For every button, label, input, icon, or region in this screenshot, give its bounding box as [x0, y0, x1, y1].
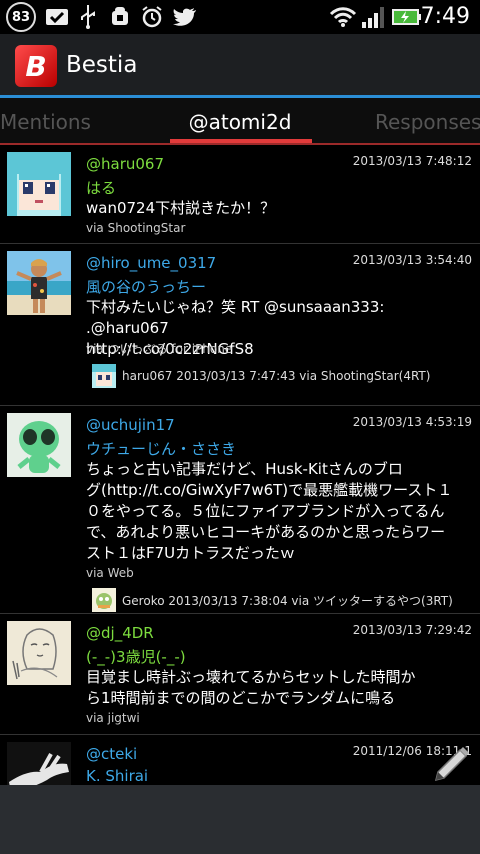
wifi-icon	[328, 5, 358, 29]
tweet-display-name: (-_-)3歳児(-_-)	[86, 648, 186, 666]
tweet-text-line: 下村みたいじゃね？笑 RT @sunsaaan333: .@haru067	[86, 298, 385, 337]
tweet-handle[interactable]: @uchujin17	[86, 416, 175, 434]
battery-charging-icon	[391, 5, 423, 29]
tweet-text: ちょっと古い記事だけど、Husk-Kitさんのブロ グ(http://t.co/…	[86, 459, 471, 564]
tweet-item[interactable]: @cteki 2011/12/06 18:11:1 K. Shirai	[0, 735, 480, 785]
usb-icon	[78, 5, 98, 29]
mail-check-icon	[44, 5, 70, 29]
signal-icon	[360, 5, 388, 29]
tweet-date: 2013/03/13 3:54:40	[352, 253, 472, 267]
tweet-date: 2013/03/13 4:53:19	[352, 415, 472, 429]
tweet-item[interactable]: @hiro_ume_0317 2013/03/13 3:54:40 風の谷のうっ…	[0, 244, 480, 406]
avatar[interactable]	[7, 621, 71, 685]
timeline-list[interactable]: @haru067 2013/03/13 7:48:12 はる wan0724下村…	[0, 145, 480, 785]
status-bar: 83 7:49	[0, 0, 480, 34]
app-logo-letter: B	[25, 49, 47, 83]
tab-strip: Mentions @atomi2d Responses	[0, 98, 480, 144]
twitter-icon	[172, 5, 198, 29]
tweet-item[interactable]: @haru067 2013/03/13 7:48:12 はる wan0724下村…	[0, 145, 480, 244]
tweet-date: 2013/03/13 7:48:12	[352, 154, 472, 168]
tweet-via: via Web	[86, 566, 134, 580]
tweet-date: 2013/03/13 7:29:42	[352, 623, 472, 637]
tweet-item[interactable]: @dj_4DR 2013/03/13 7:29:42 (-_-)3歳児(-_-)…	[0, 614, 480, 735]
tweet-text: 目覚まし時計ぶっ壊れてるからセットした時間か ら1時間前までの間のどこかでランダ…	[86, 667, 471, 709]
tweet-handle[interactable]: @haru067	[86, 155, 164, 173]
app-logo[interactable]: B	[15, 45, 57, 87]
tweet-text-line: 目覚まし時計ぶっ壊れてるからセットした時間か	[86, 668, 416, 686]
tweet-item[interactable]: @uchujin17 2013/03/13 4:53:19 ウチューじん・ささき…	[0, 406, 480, 614]
tweet-text-line: ちょっと古い記事だけど、Husk-Kitさんのブロ	[86, 460, 403, 478]
compose-pencil-icon[interactable]	[430, 740, 472, 782]
tweet-display-name: 風の谷のうっちー	[86, 278, 207, 296]
tweet-handle[interactable]: @dj_4DR	[86, 624, 154, 642]
avatar[interactable]	[7, 152, 71, 216]
retweeter-avatar	[92, 588, 116, 612]
app-title: Bestia	[66, 52, 138, 78]
avatar[interactable]	[7, 251, 71, 315]
tweet-display-name: K. Shirai	[86, 767, 149, 785]
android-debug-icon	[108, 5, 132, 29]
retweet-text: Geroko 2013/03/13 7:38:04 via ツイッターするやつ(…	[122, 593, 453, 608]
notification-count: 83	[11, 9, 31, 25]
status-time: 7:49	[420, 4, 470, 29]
retweeter-avatar	[92, 364, 116, 388]
tab-responses[interactable]: Responses	[375, 110, 480, 134]
tweet-text-line: ら1時間前までの間のどこかでランダムに鳴る	[86, 689, 396, 707]
avatar[interactable]	[7, 742, 71, 785]
notification-count-badge: 83	[6, 2, 36, 32]
alarm-icon	[140, 5, 164, 29]
tweet-handle[interactable]: @cteki	[86, 745, 137, 763]
retweet-info: Geroko 2013/03/13 7:38:04 via ツイッターするやつ(…	[92, 588, 453, 612]
tweet-text-line: wan0724下村説きたか！？	[86, 199, 276, 217]
tweet-via: via ShootingStar	[86, 221, 186, 235]
avatar[interactable]	[7, 413, 71, 477]
tweet-text-line: で、あれより悪いヒコーキがあるのかと思ったらワー	[86, 523, 446, 541]
tweet-display-name: はる	[86, 179, 117, 197]
tweet-text-line: スト１はF7Uカトラスだったｗ	[86, 544, 295, 562]
tweet-via: via ついっぷる for iPhone	[86, 342, 233, 356]
tweet-text-line: グ(http://t.co/GiwXyF7w6T)で最悪艦載機ワースト１	[86, 481, 453, 499]
tweet-via: via jigtwi	[86, 711, 140, 725]
tweet-text-line: ０をやってる。５位にファイアブランドが入ってるん	[86, 502, 445, 520]
tweet-display-name: ウチューじん・ささき	[86, 440, 237, 458]
tweet-handle[interactable]: @hiro_ume_0317	[86, 254, 216, 272]
tweet-text: wan0724下村説きたか！？	[86, 198, 471, 219]
retweet-text: haru067 2013/03/13 7:47:43 via ShootingS…	[122, 369, 431, 383]
retweet-info: haru067 2013/03/13 7:47:43 via ShootingS…	[92, 364, 430, 388]
